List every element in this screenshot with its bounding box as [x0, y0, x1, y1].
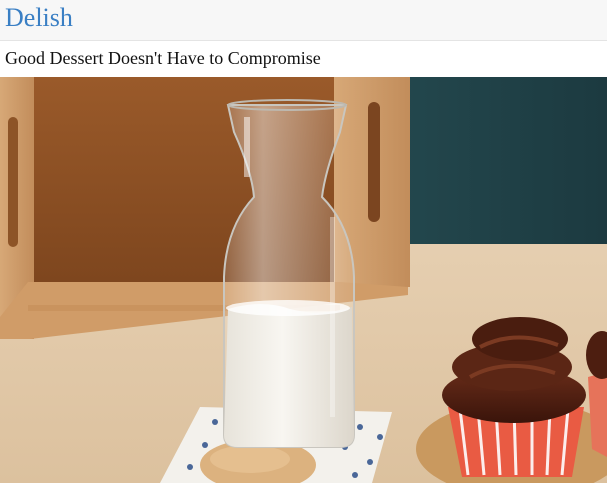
back-wall	[400, 77, 607, 244]
hero-image	[0, 77, 607, 483]
article-headline: Good Dessert Doesn't Have to Compromise	[5, 48, 321, 68]
brand-logo-link[interactable]: Delish	[5, 2, 73, 34]
top-bar: Delish	[0, 0, 607, 41]
